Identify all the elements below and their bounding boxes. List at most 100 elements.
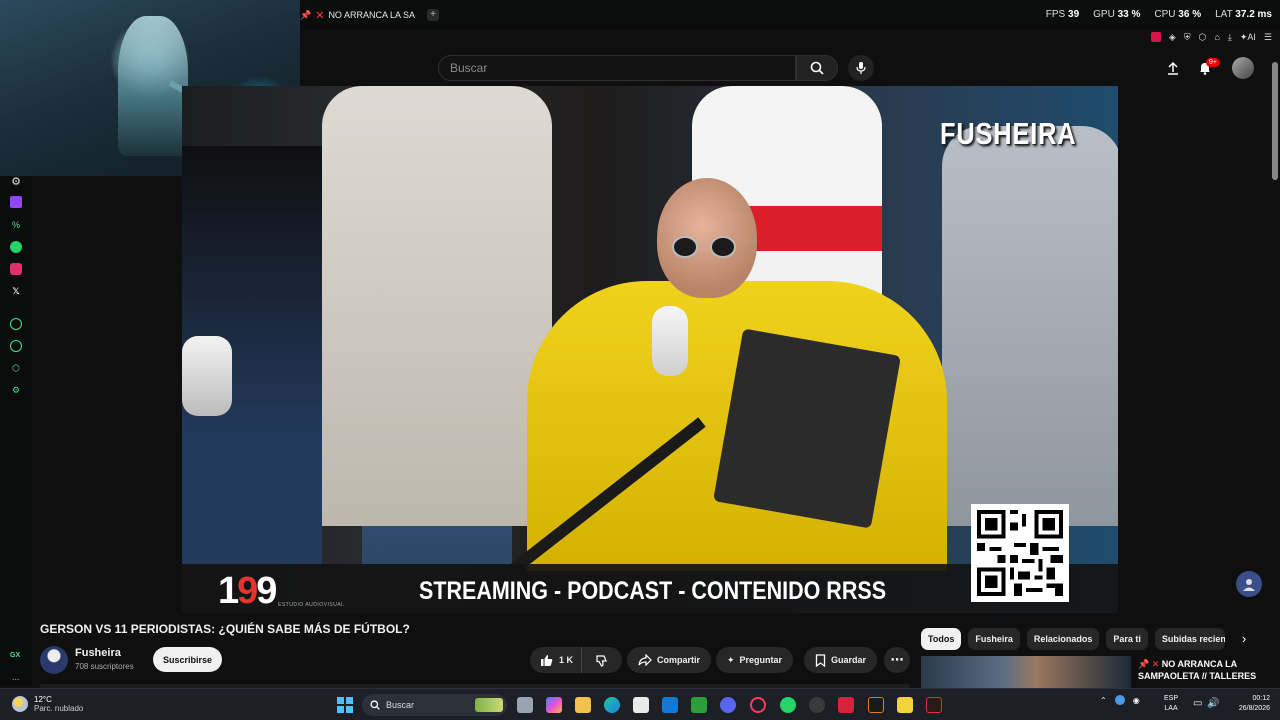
yellow-app-icon[interactable]	[897, 697, 913, 713]
browser-toolbar-icons: ◈ ⛨ ⬡ ⌂ ⤓ ✦AI ☰	[1150, 30, 1272, 44]
search-icon	[370, 700, 380, 710]
obs-icon[interactable]	[809, 697, 825, 713]
weather-temperature: 12°C	[34, 695, 52, 704]
whatsapp-icon[interactable]	[10, 241, 22, 253]
ask-label: Preguntar	[739, 655, 783, 665]
gx-label[interactable]: GX	[10, 652, 20, 659]
task-view-icon[interactable]	[517, 697, 533, 713]
xbox-icon[interactable]	[691, 697, 707, 713]
save-button[interactable]: Guardar	[804, 647, 878, 673]
menu-icon[interactable]: ☰	[1264, 32, 1272, 43]
save-label: Guardar	[831, 655, 867, 665]
recommended-video-title[interactable]: 📌 ✕ NO ARRANCA LA SAMPAOLETA // TALLERES	[1138, 658, 1278, 682]
miniplayer-avatar[interactable]	[1236, 571, 1262, 597]
account-avatar[interactable]	[1232, 57, 1254, 79]
video-player[interactable]: FUSHEIRA 199 ESTUDIO AUDIOVISUAL STREAMI…	[182, 86, 1118, 613]
recommended-video-thumbnail[interactable]	[921, 656, 1131, 688]
person-hoodie	[322, 86, 552, 526]
speaker-icon[interactable]: 🔊	[1207, 698, 1219, 709]
x-twitter-icon[interactable]: 𝕏	[10, 285, 22, 297]
chevron-right-icon[interactable]: ›	[1234, 629, 1254, 649]
search-button[interactable]	[796, 55, 838, 81]
puzzle-icon[interactable]: ⬡	[1199, 32, 1207, 43]
studio-logo-subtitle: ESTUDIO AUDIOVISUAL	[278, 602, 345, 608]
twitch-icon[interactable]	[10, 196, 22, 208]
qr-code-graphic	[977, 510, 1063, 596]
red-app-icon[interactable]	[838, 697, 854, 713]
discount-icon[interactable]: %	[10, 219, 22, 231]
edge-icon[interactable]	[604, 697, 620, 713]
hardware-stats: FPS 39 GPU 33 % CPU 36 % LAT 37.2 ms	[1046, 9, 1272, 20]
whatsapp-icon[interactable]	[780, 697, 796, 713]
create-button[interactable]	[1162, 57, 1184, 79]
channel-avatar[interactable]	[40, 646, 68, 674]
pin-icon: 📌	[300, 9, 312, 20]
chip-subidas-recientes[interactable]: Subidas recien	[1154, 628, 1225, 650]
opera-gx-icon[interactable]	[750, 697, 766, 713]
editor-app-icon[interactable]	[868, 697, 884, 713]
voice-search-button[interactable]	[848, 55, 874, 81]
chip-fusheira[interactable]: Fusheira	[968, 628, 1020, 650]
file-explorer-icon[interactable]	[575, 697, 591, 713]
search-highlight-icon	[475, 698, 503, 712]
extensions-icon[interactable]: ⬡	[10, 362, 22, 374]
thumbs-down-icon	[596, 654, 607, 667]
weather-description: Parc. nublado	[34, 704, 84, 713]
dislike-button[interactable]	[587, 647, 616, 673]
language-indicator[interactable]: ESP LAA	[1164, 694, 1178, 714]
aria-ai-button[interactable]: ✦AI	[1240, 32, 1256, 43]
network-icon[interactable]	[1114, 695, 1125, 705]
share-label: Compartir	[657, 655, 701, 665]
instagram-icon[interactable]	[10, 263, 22, 275]
taskbar-search[interactable]: Buscar	[362, 694, 507, 716]
download-icon[interactable]: ⤓	[1228, 32, 1232, 43]
chevron-up-icon[interactable]: ⌃	[1100, 696, 1107, 705]
shield-icon[interactable]: ⛨	[1184, 32, 1191, 43]
sidebar-more-icon[interactable]: ...	[12, 672, 20, 682]
search-box	[438, 55, 796, 81]
chip-relacionados[interactable]: Relacionados	[1026, 628, 1100, 650]
more-actions-button[interactable]: ⋯	[884, 647, 910, 673]
copilot-icon[interactable]	[546, 697, 562, 713]
person-grey-sweater	[942, 126, 1118, 526]
thumbs-up-icon	[541, 654, 553, 666]
store-icon[interactable]	[633, 697, 649, 713]
notifications-badge: 9+	[1206, 58, 1220, 67]
new-tab-button[interactable]: +	[426, 9, 439, 21]
taskbar-clock[interactable]: 00:12 26/8/2026	[1226, 694, 1270, 714]
ask-button[interactable]: ✦ Preguntar	[716, 647, 794, 673]
video-title: GERSON VS 11 PERIODISTAS: ¿QUIÉN SABE MÁ…	[40, 622, 410, 636]
settings-icon[interactable]: ⚙	[10, 384, 22, 396]
overlay-brand-text: FUSHEIRA	[940, 116, 1077, 151]
like-button[interactable]: 1 K	[530, 647, 583, 673]
browser-tab[interactable]: 📌 ✕ NO ARRANCA LA SA +	[300, 6, 439, 24]
windows-start-button[interactable]	[337, 697, 353, 713]
discord-icon[interactable]	[720, 697, 736, 713]
shield-app-icon[interactable]	[926, 697, 942, 713]
chip-todos[interactable]: Todos	[921, 628, 962, 650]
weather-widget[interactable]: 12°C Parc. nublado	[12, 695, 83, 713]
hotkey-icon[interactable]: ⌂	[1214, 32, 1219, 42]
chip-para-ti[interactable]: Para ti	[1106, 628, 1148, 650]
history-icon[interactable]	[10, 340, 22, 352]
partly-cloudy-icon	[12, 696, 28, 712]
recommended-x-icon: ✕	[1151, 659, 1160, 669]
search-input[interactable]	[439, 56, 795, 80]
snapshot-icon[interactable]: ◈	[1169, 32, 1176, 43]
gx-corner-icon[interactable]: ⚙	[10, 176, 22, 188]
tray-app-icon[interactable]: ◉	[1133, 696, 1140, 705]
host-glasses	[672, 236, 752, 258]
subscribe-button[interactable]: Suscribirse	[153, 647, 222, 672]
recommendation-chips: Todos Fusheira Relacionados Para ti Subi…	[921, 628, 1225, 650]
channel-subscribers: 708 suscriptores	[75, 662, 134, 671]
qr-code	[971, 504, 1069, 602]
scrollbar-thumb[interactable]	[1272, 62, 1278, 180]
extension-icon[interactable]	[1150, 32, 1161, 42]
share-button[interactable]: Compartir	[627, 647, 712, 673]
search-icon	[810, 61, 824, 75]
player-icon[interactable]	[10, 318, 22, 330]
wifi-icon[interactable]: ▭	[1193, 698, 1202, 709]
taskbar-search-label: Buscar	[386, 700, 415, 710]
outlook-icon[interactable]	[662, 697, 678, 713]
channel-name[interactable]: Fusheira	[75, 647, 121, 659]
